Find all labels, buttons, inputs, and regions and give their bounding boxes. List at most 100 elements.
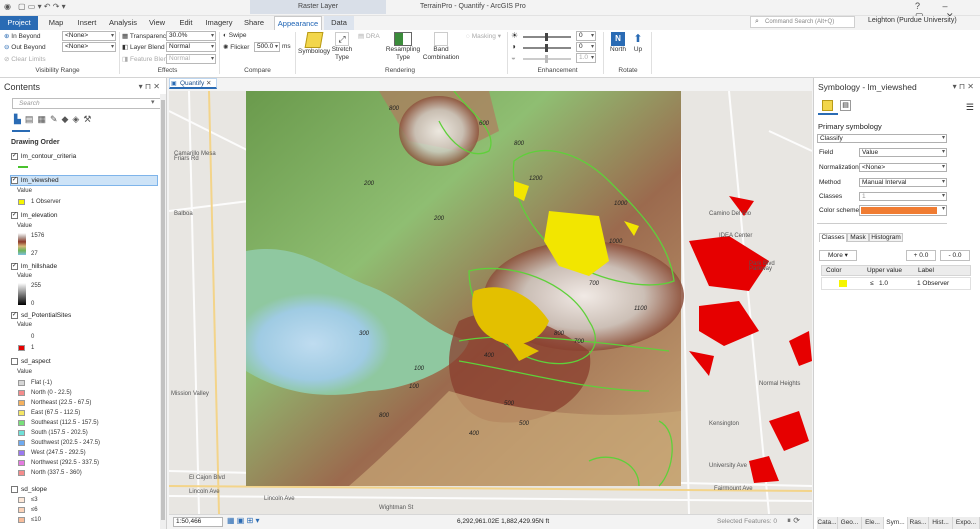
pane-controls[interactable]: ▾ ⊓ ✕	[953, 82, 974, 91]
class-color-swatch[interactable]	[839, 280, 847, 287]
legend-swatch[interactable]	[18, 450, 25, 456]
renderer-combo[interactable]: Classify	[817, 134, 947, 143]
search-options-icon[interactable]: ▾	[151, 98, 155, 106]
pane-tab[interactable]: Hist...	[929, 517, 953, 529]
pane-tab[interactable]: Geo...	[838, 517, 862, 529]
swipe-button[interactable]: ◐ Swipe	[223, 32, 246, 39]
elevation-color-ramp[interactable]	[18, 233, 26, 255]
map-scale-combo[interactable]: 1:50,466	[173, 517, 223, 527]
tab-edit[interactable]: Edit	[174, 16, 198, 30]
scrollbar-thumb[interactable]	[161, 100, 165, 520]
tab-data[interactable]: Data	[324, 16, 354, 30]
legend-swatch[interactable]	[18, 345, 25, 351]
layer-contour-criteria[interactable]: ✓ lm_contour_criteria	[11, 152, 76, 161]
tab-histogram[interactable]: Histogram	[869, 233, 903, 242]
command-search-input[interactable]: Command Search (Alt+Q)	[750, 16, 855, 28]
gamma-slider[interactable]	[523, 55, 571, 63]
drawing-order-icon[interactable]: ▙	[14, 114, 25, 124]
quick-access-icons[interactable]: ▢ ▭ ▾ ↶ ↷ ▾	[18, 2, 66, 11]
menu-icon[interactable]: ☰	[966, 102, 974, 113]
pane-tab[interactable]: Expo...	[953, 517, 980, 529]
layer-viewshed[interactable]: ✓ lm_viewshed	[11, 176, 59, 185]
tab-project[interactable]: Project	[0, 16, 38, 30]
legend-swatch[interactable]	[18, 380, 25, 386]
pause-icon[interactable]: ⏸ ⟳	[787, 516, 800, 526]
up-button[interactable]: ⬆ Up	[629, 32, 647, 53]
brightness-input[interactable]: 0	[576, 31, 596, 41]
add-value-button[interactable]: + 0.0	[906, 250, 936, 261]
north-button[interactable]: N North	[608, 32, 628, 53]
flicker-input[interactable]: 500.0	[254, 42, 280, 52]
layer-checkbox[interactable]	[11, 357, 18, 365]
in-beyond-combo[interactable]: <None>	[62, 31, 116, 41]
legend-swatch[interactable]	[18, 199, 25, 205]
legend-swatch[interactable]	[18, 430, 25, 436]
map-view[interactable]: 800 600 800 200 1200 1000 1000 700 1100 800 700 200…	[169, 91, 812, 514]
tab-appearance[interactable]: Appearance	[274, 16, 322, 30]
more-button[interactable]: More ▾	[819, 250, 857, 261]
dra-button[interactable]: ▤ DRA	[358, 32, 380, 40]
contrast-slider[interactable]	[523, 44, 571, 52]
vary-symbology-icon[interactable]: ▤	[840, 100, 851, 111]
in-beyond-button[interactable]: ⊕ In Beyond	[4, 32, 41, 40]
tab-analysis[interactable]: Analysis	[106, 16, 140, 30]
tab-share[interactable]: Share	[240, 16, 268, 30]
legend-swatch[interactable]	[18, 507, 25, 513]
method-combo[interactable]: Manual Interval	[859, 178, 947, 187]
layer-elevation[interactable]: ✓ lm_elevation	[11, 211, 58, 220]
labeling-icon[interactable]: ◈	[72, 114, 83, 124]
masking-button[interactable]: ◌ Masking ▾	[466, 32, 501, 40]
legend-swatch[interactable]	[18, 497, 25, 503]
symbology-button[interactable]: Symbology	[298, 32, 330, 55]
tab-classes[interactable]: Classes	[819, 233, 847, 242]
classes-combo[interactable]: 1	[859, 192, 947, 201]
layer-blend-combo[interactable]: Normal	[166, 42, 216, 52]
tab-view[interactable]: View	[144, 16, 170, 30]
tab-map[interactable]: Map	[42, 16, 70, 30]
transparency-input[interactable]: 30.0%	[166, 31, 216, 41]
selection-icon[interactable]: ▦	[37, 114, 50, 124]
close-icon[interactable]: ✕	[206, 80, 211, 87]
map-canvas[interactable]	[169, 91, 812, 514]
normalization-combo[interactable]: <None>	[859, 163, 947, 172]
pane-tab[interactable]: Ele...	[862, 517, 884, 529]
pane-tab[interactable]: Sym...	[884, 517, 908, 529]
user-account[interactable]: Leighton (Purdue University)	[868, 17, 957, 24]
layer-checkbox[interactable]: ✓	[11, 176, 18, 184]
brightness-slider[interactable]	[523, 33, 571, 41]
resampling-type-button[interactable]: Resampling Type	[384, 32, 422, 62]
status-tool-icons[interactable]: ▦ ▣ ⊞ ▾	[227, 516, 260, 525]
contrast-input[interactable]: 0	[576, 42, 596, 52]
stretch-type-button[interactable]: ⤢ Stretch Type	[330, 32, 354, 62]
potential-sites[interactable]	[689, 196, 812, 483]
layer-checkbox[interactable]: ✓	[11, 262, 18, 270]
feature-blend-combo[interactable]: Normal	[166, 54, 216, 64]
legend-swatch[interactable]	[18, 410, 25, 416]
layer-slope[interactable]: sd_slope	[11, 485, 47, 494]
source-icon[interactable]: ▤	[25, 114, 38, 124]
legend-swatch[interactable]	[18, 420, 25, 426]
flicker-button[interactable]: ✺ Flicker	[223, 43, 249, 51]
pane-controls[interactable]: ▾ ⊓ ✕	[139, 82, 160, 91]
legend-swatch[interactable]	[18, 400, 25, 406]
pane-tab[interactable]: Ras...	[908, 517, 929, 529]
legend-swatch[interactable]	[18, 517, 25, 523]
hillshade-color-ramp[interactable]	[18, 283, 26, 305]
primary-symbology-icon[interactable]	[822, 100, 833, 111]
pane-tab[interactable]: Cata...	[817, 517, 838, 529]
layer-checkbox[interactable]	[11, 485, 18, 493]
layer-checkbox[interactable]: ✓	[11, 211, 18, 219]
gamma-input[interactable]: 1.0	[576, 53, 596, 63]
editing-icon[interactable]: ✎	[50, 114, 62, 124]
layer-checkbox[interactable]: ✓	[11, 152, 18, 160]
tab-mask[interactable]: Mask	[847, 233, 869, 242]
legend-swatch[interactable]	[18, 390, 25, 396]
out-beyond-button[interactable]: ⊖ Out Beyond	[4, 43, 46, 51]
layer-aspect[interactable]: sd_aspect	[11, 357, 51, 366]
class-upper-value[interactable]: 1.0	[879, 280, 888, 287]
legend-swatch[interactable]	[18, 470, 25, 476]
clear-limits-button[interactable]: ⊘ Clear Limits	[4, 55, 46, 63]
field-combo[interactable]: Value	[859, 148, 947, 157]
tab-insert[interactable]: Insert	[72, 16, 102, 30]
band-combination-button[interactable]: Band Combination	[420, 32, 462, 62]
